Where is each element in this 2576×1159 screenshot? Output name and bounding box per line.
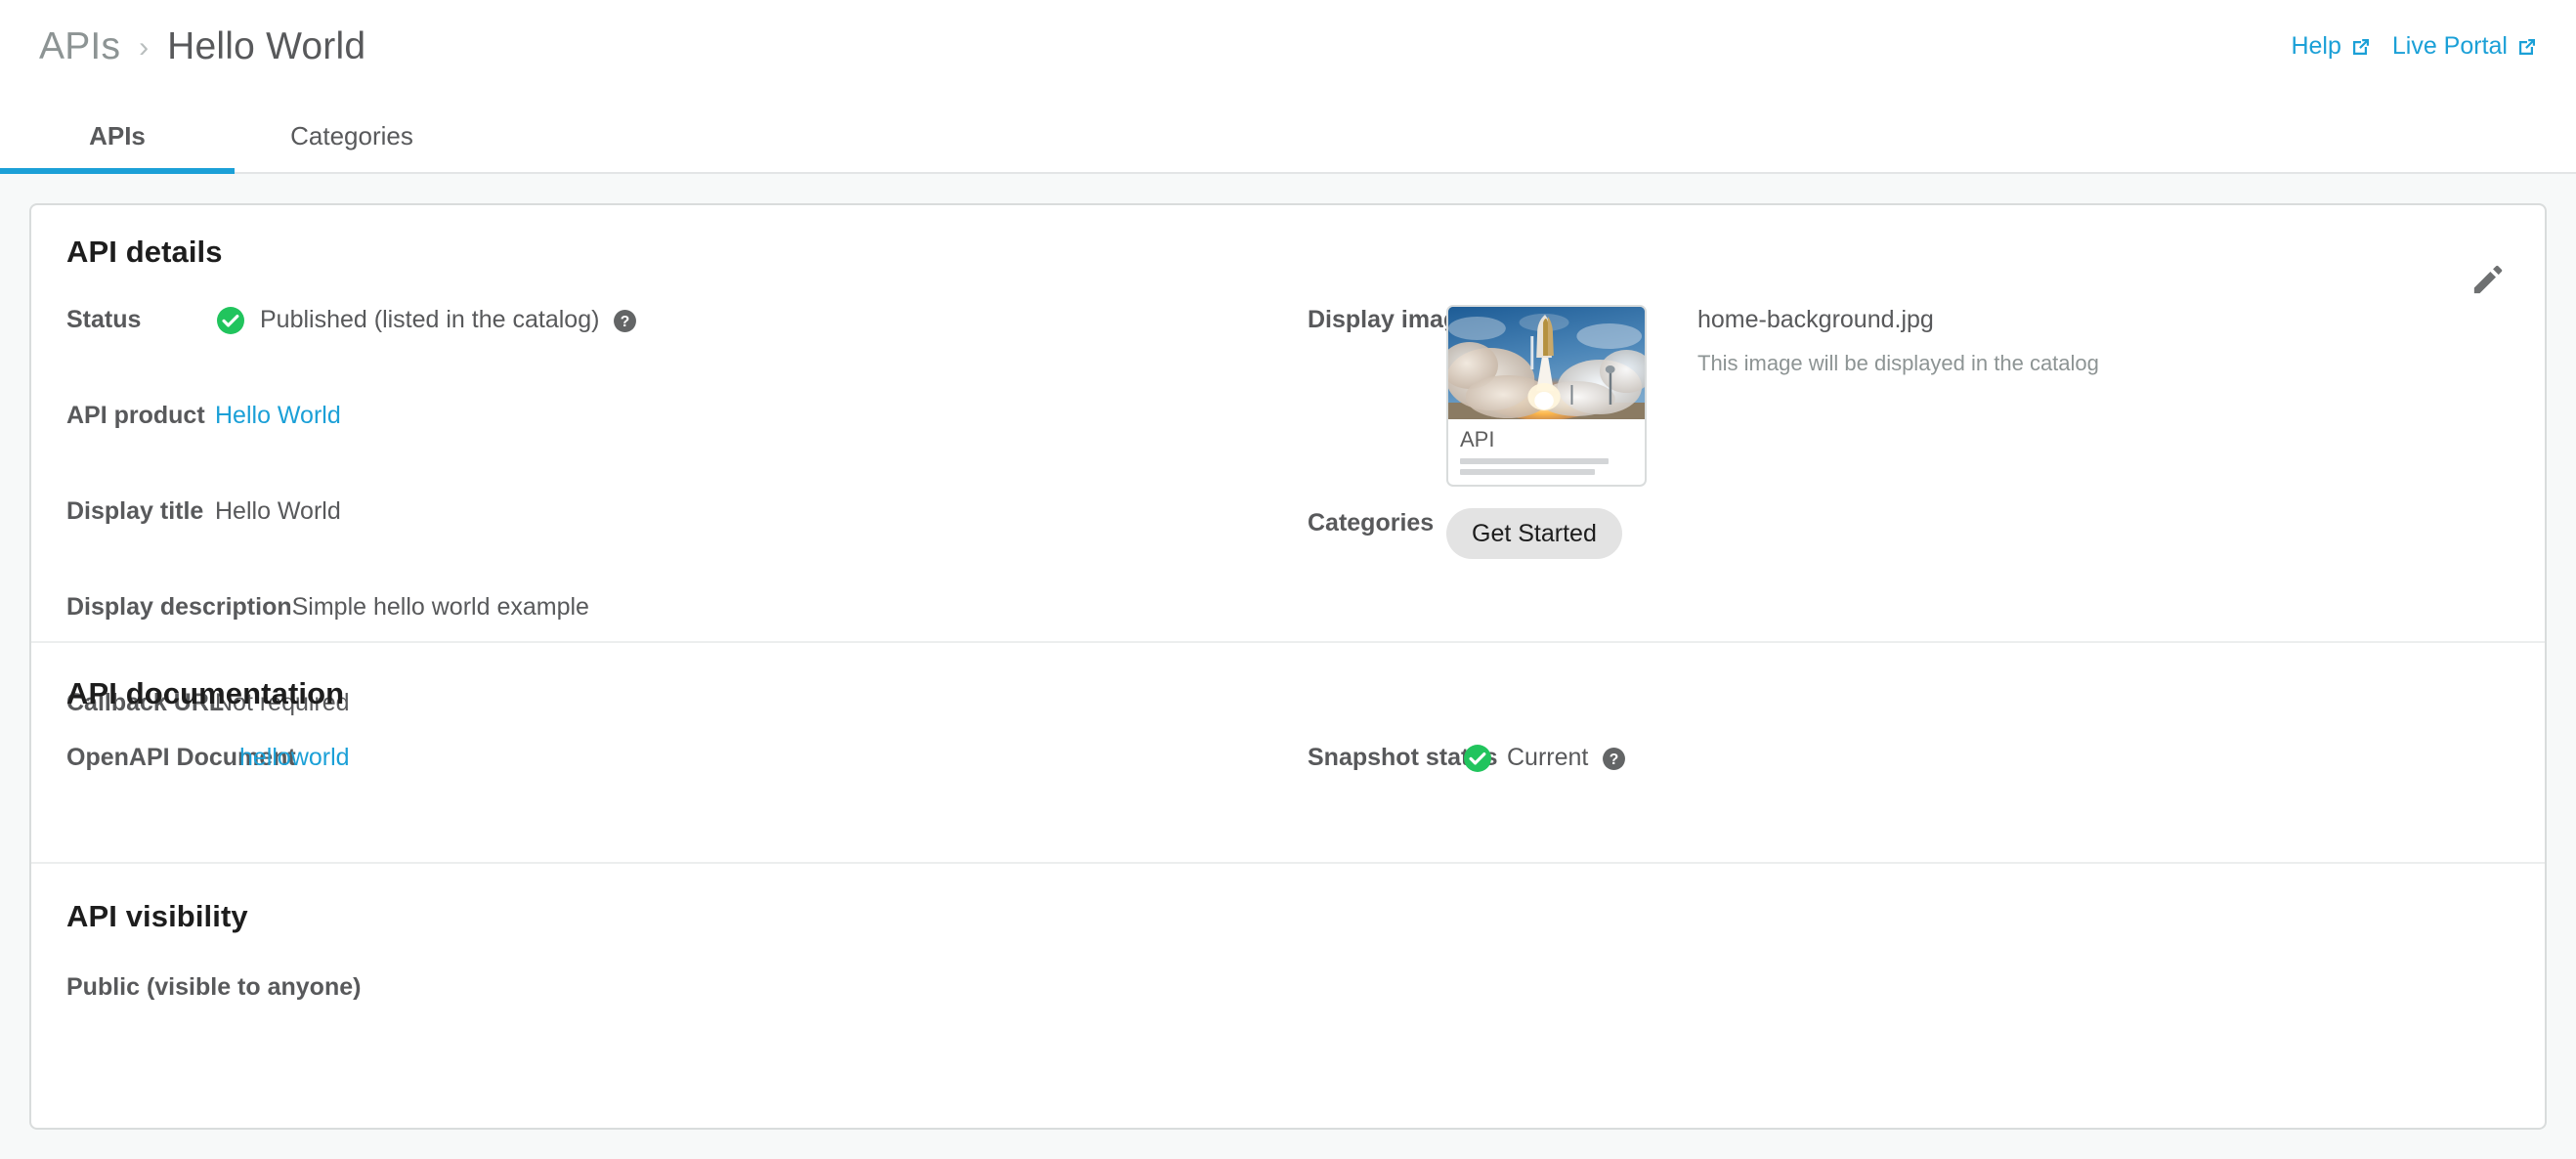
help-link[interactable]: Help <box>2291 32 2372 61</box>
label-snapshot-status: Snapshot status <box>1308 744 1498 771</box>
row-categories: Categories Get Started <box>1308 508 2510 559</box>
row-display-title: Display title Hello World <box>66 496 1308 544</box>
row-display-description: Display description Simple hello world e… <box>66 592 1308 640</box>
page-header: APIs › Hello World Help Live Portal APIs… <box>0 0 2576 174</box>
thumbnail-body: API <box>1448 419 1645 475</box>
row-api-product: API product Hello World <box>66 401 1308 449</box>
section-api-documentation: API documentation OpenAPI Document hello… <box>31 641 2545 862</box>
section-title-api-details: API details <box>66 235 223 269</box>
chevron-right-icon: › <box>139 31 150 64</box>
page-body: API details Status Published (listed in … <box>0 174 2576 1159</box>
label-display-title: Display title <box>66 497 204 525</box>
row-snapshot-status: Snapshot status Current ? <box>1308 743 2510 791</box>
tab-bar: APIs Categories <box>0 100 469 174</box>
breadcrumb-link-apis[interactable]: APIs <box>39 25 120 68</box>
svg-text:?: ? <box>1610 751 1619 767</box>
section-api-details: API details Status Published (listed in … <box>31 205 2545 716</box>
svg-text:?: ? <box>621 313 630 329</box>
help-link-label: Help <box>2291 32 2341 60</box>
value-api-visibility: Public (visible to anyone) <box>66 973 362 1001</box>
api-detail-card: API details Status Published (listed in … <box>29 203 2547 1130</box>
docs-right-column: Snapshot status Current ? <box>1308 743 2510 791</box>
category-chip-get-started[interactable]: Get Started <box>1446 508 1622 559</box>
section-title-api-visibility: API visibility <box>66 899 248 933</box>
space-shuttle-launch-photo <box>1448 307 1645 419</box>
image-filename: home-background.jpg <box>1697 306 1934 333</box>
row-spacer <box>66 449 1308 496</box>
header-links: Help Live Portal <box>2291 32 2539 61</box>
question-mark-icon[interactable]: ? <box>1602 747 1626 771</box>
link-api-product[interactable]: Hello World <box>215 401 341 431</box>
thumbnail-caption: API <box>1460 427 1495 451</box>
check-circle-icon <box>217 307 244 334</box>
display-image-meta: home-background.jpg This image will be d… <box>1697 305 2099 376</box>
value-display-description: Simple hello world example <box>291 593 589 621</box>
tab-apis-label: APIs <box>89 120 146 150</box>
check-circle-icon <box>1464 745 1491 772</box>
row-display-image: Display image API home-background.jpg Th… <box>1308 305 2510 487</box>
tab-categories[interactable]: Categories <box>235 100 469 172</box>
label-display-description: Display description <box>66 593 292 621</box>
image-hint: This image will be displayed in the cata… <box>1697 351 2099 375</box>
live-portal-link[interactable]: Live Portal <box>2392 32 2539 61</box>
value-display-title: Hello World <box>215 497 341 525</box>
row-openapi-document: OpenAPI Document helloworld <box>66 743 1308 791</box>
shuttle-launch-illustration <box>1448 307 1645 419</box>
live-portal-link-label: Live Portal <box>2391 32 2508 60</box>
docs-left-column: OpenAPI Document helloworld <box>66 743 1308 791</box>
breadcrumb: APIs › Hello World <box>39 25 365 68</box>
tab-apis[interactable]: APIs <box>0 100 235 174</box>
display-image-group: API home-background.jpg This image will … <box>1446 305 2099 487</box>
label-api-product: API product <box>66 402 205 429</box>
status-value-group: Published (listed in the catalog) ? <box>215 305 637 336</box>
external-link-icon <box>2352 38 2369 55</box>
snapshot-value-group: Current ? <box>1462 743 1626 774</box>
page-title: Hello World <box>167 25 366 67</box>
section-api-visibility: API visibility Public (visible to anyone… <box>31 862 2545 1128</box>
label-categories: Categories <box>1308 509 1435 537</box>
row-status: Status Published (listed in the catalog)… <box>66 305 1308 353</box>
label-openapi-document: OpenAPI Document <box>66 744 296 771</box>
row-spacer <box>66 544 1308 592</box>
placeholder-bar <box>1460 458 1609 464</box>
label-display-image: Display image <box>1308 306 1473 333</box>
row-spacer <box>66 353 1308 401</box>
external-link-icon <box>2519 38 2535 55</box>
display-image-thumbnail[interactable]: API <box>1446 305 1647 487</box>
section-title-api-documentation: API documentation <box>66 676 345 710</box>
link-openapi-document[interactable]: helloworld <box>239 743 350 773</box>
question-mark-icon[interactable]: ? <box>613 309 637 333</box>
tab-categories-label: Categories <box>290 120 413 150</box>
value-status: Published (listed in the catalog) <box>260 306 600 334</box>
value-snapshot-status: Current <box>1507 744 1589 772</box>
placeholder-bar <box>1460 469 1595 475</box>
label-status: Status <box>66 306 142 333</box>
